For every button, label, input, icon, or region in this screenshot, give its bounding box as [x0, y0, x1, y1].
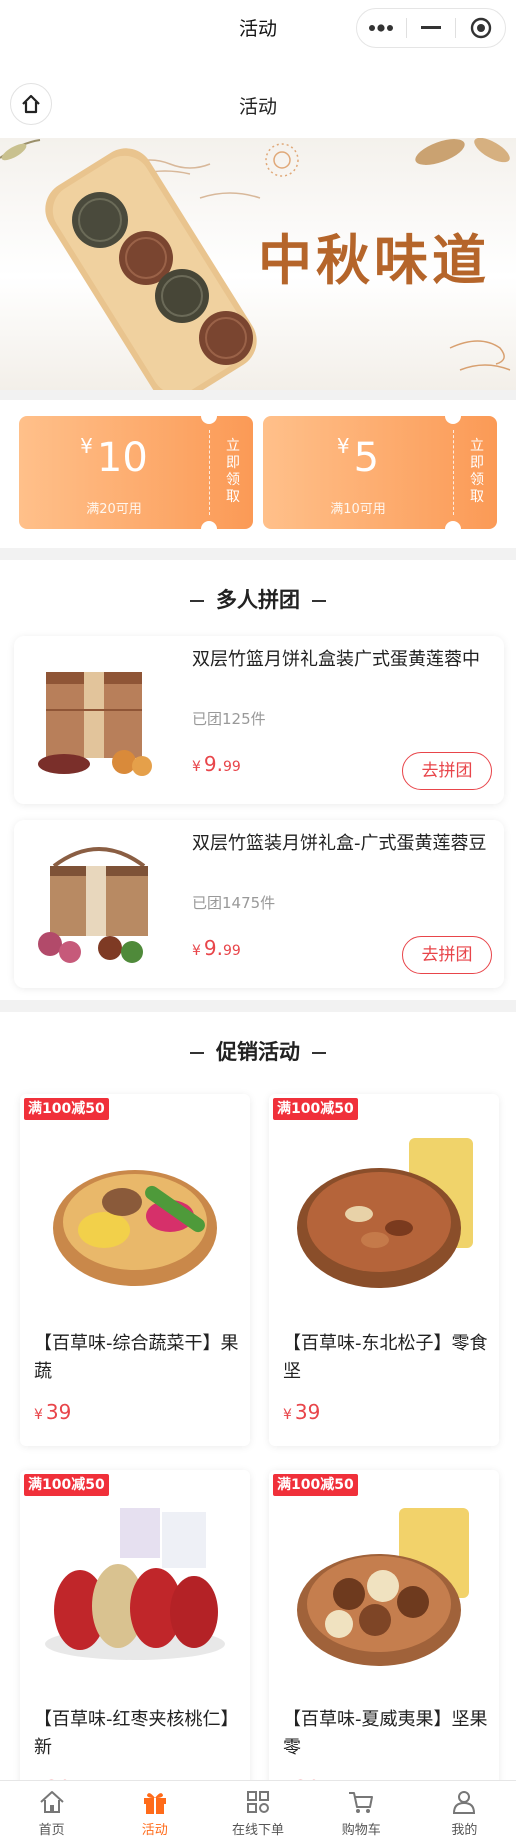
product-name: 【百草味-夏威夷果】坚果零: [283, 1709, 488, 1758]
join-group-button[interactable]: 去拼团: [402, 936, 492, 974]
gift-icon: [143, 1793, 166, 1814]
tab-cart[interactable]: 购物车: [310, 1781, 413, 1848]
minimize-button[interactable]: [407, 9, 456, 47]
mooncake-basket-image: [38, 672, 152, 776]
product-price: ¥39: [283, 1400, 321, 1424]
home-icon: [39, 1791, 64, 1813]
nav-bar: 活动: [0, 52, 516, 138]
product-name: 双层竹篮月饼礼盒装广式蛋黄莲蓉中: [192, 649, 480, 670]
coupon-section: ¥10 满20可用 立即领取 ¥5 满10可用 立即领取: [0, 400, 516, 548]
promotion-card[interactable]: 满100减50 【百草味-综合蔬菜干】果蔬 ¥39: [20, 1094, 250, 1446]
coupon-amount: ¥5: [336, 434, 380, 481]
mooncake-basket-image: [38, 847, 148, 963]
group-buy-card[interactable]: 双层竹篮装月饼礼盒-广式蛋黄莲蓉豆 已团1475件 ¥9.99 去拼团: [14, 820, 504, 988]
join-group-button[interactable]: 去拼团: [402, 752, 492, 790]
tab-profile[interactable]: 我的: [413, 1781, 516, 1848]
promotion-section: 促销活动 满100减50 【百草味-综合蔬菜干】果蔬 ¥39 满100减50 【…: [0, 1012, 516, 1822]
top-bar: 活动: [0, 0, 516, 52]
tab-label: 在线下单: [232, 1823, 285, 1838]
product-name: 双层竹篮装月饼礼盒-广式蛋黄莲蓉豆: [192, 833, 487, 854]
pine-nuts-image: [297, 1138, 473, 1288]
discount-badge: 满100减50: [24, 1474, 109, 1496]
group-buy-section: 多人拼团 双层竹篮月饼礼盒装广式蛋黄莲蓉中 已团125件 ¥9.99 去拼团 双…: [0, 560, 516, 1000]
product-name: 【百草味-红枣夹核桃仁】新: [34, 1709, 239, 1758]
product-price: ¥9.99: [192, 936, 241, 960]
tab-activity[interactable]: 活动: [103, 1781, 206, 1848]
banner-title: 中秋味道: [258, 228, 490, 292]
more-dots-icon: [369, 24, 394, 32]
promotion-card[interactable]: 满100减50 【百草味-东北松子】零食坚 ¥39: [269, 1094, 499, 1446]
coupon-card[interactable]: ¥5 满10可用 立即领取: [263, 416, 497, 529]
user-icon: [453, 1791, 476, 1814]
activity-page: 活动 活动 中秋味道 ¥ 10 满20可用 立即领取 ¥ 5 满10可用 立即领…: [0, 0, 516, 1848]
product-price: ¥39: [34, 1400, 72, 1424]
page-title: 活动: [238, 96, 277, 118]
product-price: ¥9.99: [192, 752, 241, 776]
coupon-amount: ¥10: [80, 434, 148, 481]
coupon-condition: 满10可用: [330, 502, 386, 517]
vegetable-chips-image: [53, 1170, 217, 1286]
grid-icon: [247, 1791, 269, 1813]
tab-label: 首页: [38, 1823, 65, 1838]
coupon-claim-button[interactable]: 立即领取: [467, 438, 487, 506]
mid-autumn-banner[interactable]: 中秋味道: [0, 138, 516, 390]
tab-home[interactable]: 首页: [0, 1781, 103, 1848]
promotion-card[interactable]: 满100减50 【百草味-夏威夷果】坚果零 ¥39: [269, 1470, 499, 1822]
coupon-condition: 满20可用: [86, 502, 142, 517]
group-buy-title: 多人拼团: [0, 584, 516, 614]
target-close-icon: [470, 17, 491, 39]
jujube-walnut-image: [45, 1508, 225, 1660]
bottom-tab-bar: 首页 活动 在线下单 购物车 我的: [0, 1780, 516, 1848]
cart-icon: [349, 1792, 374, 1813]
coupon-card[interactable]: ¥10 满20可用 立即领取: [19, 416, 253, 529]
discount-badge: 满100减50: [273, 1098, 358, 1120]
more-button[interactable]: [357, 9, 406, 47]
tab-online-order[interactable]: 在线下单: [206, 1781, 309, 1848]
discount-badge: 满100减50: [273, 1474, 358, 1496]
product-name: 【百草味-东北松子】零食坚: [283, 1333, 488, 1382]
sold-count: 已团125件: [192, 710, 266, 728]
capsule-menu: [356, 8, 506, 48]
group-buy-card[interactable]: 双层竹篮月饼礼盒装广式蛋黄莲蓉中 已团125件 ¥9.99 去拼团: [14, 636, 504, 804]
close-button[interactable]: [456, 9, 505, 47]
macadamia-nuts-image: [297, 1508, 469, 1666]
coupon-claim-button[interactable]: 立即领取: [223, 438, 243, 506]
minimize-icon: [421, 26, 441, 29]
promotion-card[interactable]: 满100减50 【百草味-红枣夹核桃仁】新 ¥39: [20, 1470, 250, 1822]
product-name: 【百草味-综合蔬菜干】果蔬: [34, 1333, 239, 1382]
tab-label: 购物车: [341, 1823, 381, 1838]
tab-label: 我的: [451, 1823, 478, 1838]
promotion-title: 促销活动: [0, 1036, 516, 1066]
sold-count: 已团1475件: [192, 894, 276, 912]
discount-badge: 满100减50: [24, 1098, 109, 1120]
tab-label: 活动: [141, 1823, 168, 1838]
